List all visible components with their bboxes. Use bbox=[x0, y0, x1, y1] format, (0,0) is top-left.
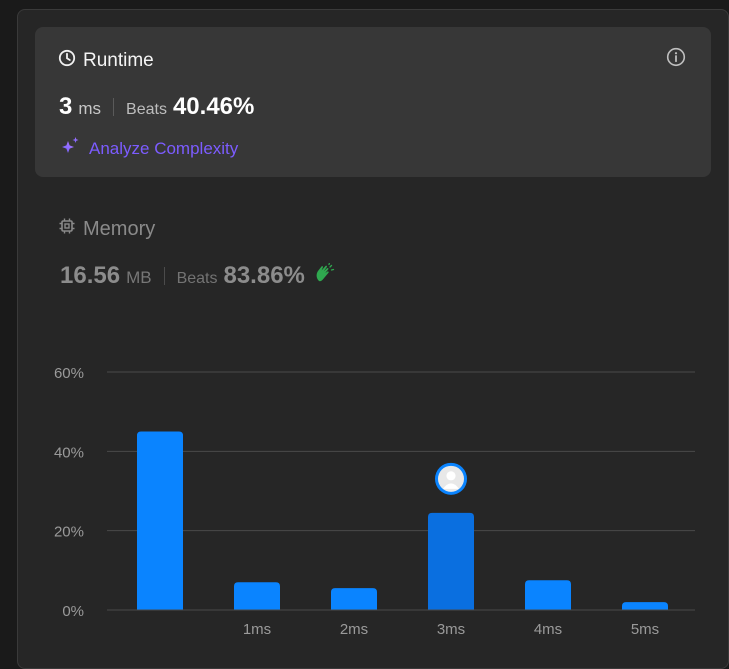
y-tick-label: 40% bbox=[54, 444, 84, 461]
chart-bar bbox=[428, 512, 474, 610]
avatar-icon bbox=[435, 462, 467, 495]
runtime-distribution-chart: 0% 20% 40% 60% 1ms 2ms 3ms 4ms 5ms bbox=[54, 365, 695, 638]
chart-bar bbox=[331, 588, 377, 610]
chart-bar bbox=[137, 431, 183, 610]
x-tick-label: 3ms bbox=[437, 621, 465, 638]
chart-bar bbox=[234, 582, 280, 610]
y-tick-label: 0% bbox=[62, 603, 84, 620]
x-tick-label: 5ms bbox=[631, 621, 659, 638]
x-tick-label: 2ms bbox=[340, 621, 368, 638]
chart-bar bbox=[622, 602, 668, 610]
x-tick-label: 4ms bbox=[534, 621, 562, 638]
y-tick-label: 20% bbox=[54, 524, 84, 541]
y-tick-label: 60% bbox=[54, 365, 84, 382]
x-tick-label: 1ms bbox=[243, 621, 271, 638]
chart-bar bbox=[525, 580, 571, 610]
